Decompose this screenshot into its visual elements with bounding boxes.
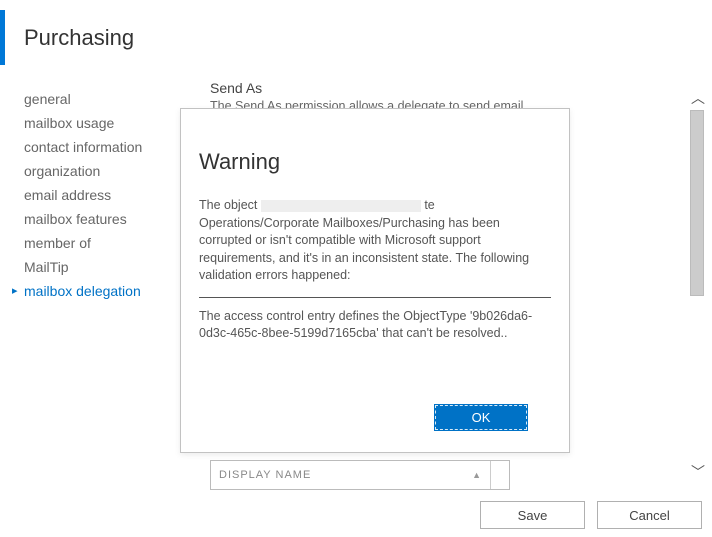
- nav-item-organization[interactable]: organization: [24, 159, 194, 183]
- sidebar: Purchasing general mailbox usage contact…: [24, 25, 194, 303]
- nav-item-email-address[interactable]: email address: [24, 183, 194, 207]
- scroll-up-icon[interactable]: ︿: [690, 90, 706, 106]
- save-button[interactable]: Save: [480, 501, 585, 529]
- warning-dialog: Warning The object te Operations/Corpora…: [180, 108, 570, 453]
- nav-item-member-of[interactable]: member of: [24, 231, 194, 255]
- dialog-divider: [199, 297, 551, 298]
- nav-item-contact-information[interactable]: contact information: [24, 135, 194, 159]
- nav-item-mailbox-features[interactable]: mailbox features: [24, 207, 194, 231]
- footer-buttons: Save Cancel: [480, 501, 702, 529]
- cancel-button[interactable]: Cancel: [597, 501, 702, 529]
- nav-item-mailtip[interactable]: MailTip: [24, 255, 194, 279]
- scrollbar[interactable]: ︿ ﹀: [690, 90, 706, 480]
- sort-asc-icon: ▲: [472, 470, 482, 480]
- scroll-down-icon[interactable]: ﹀: [690, 464, 706, 480]
- dialog-title: Warning: [199, 149, 551, 175]
- ok-button[interactable]: OK: [435, 405, 527, 430]
- section-header-send-as: Send As: [210, 80, 682, 96]
- nav-item-mailbox-usage[interactable]: mailbox usage: [24, 111, 194, 135]
- dialog-detail: The access control entry defines the Obj…: [199, 309, 532, 341]
- nav-item-general[interactable]: general: [24, 87, 194, 111]
- nav-item-mailbox-delegation[interactable]: mailbox delegation: [24, 279, 194, 303]
- list-table[interactable]: DISPLAY NAME ▲: [210, 460, 510, 490]
- dialog-body-prefix: The object: [199, 198, 261, 212]
- redacted-object-path: [261, 200, 421, 212]
- column-header-display-name[interactable]: DISPLAY NAME ▲: [211, 461, 491, 489]
- dialog-body: The object te Operations/Corporate Mailb…: [199, 197, 551, 343]
- column-header-label: DISPLAY NAME: [219, 469, 311, 481]
- nav-list: general mailbox usage contact informatio…: [24, 87, 194, 303]
- scroll-thumb[interactable]: [690, 110, 704, 296]
- page-title: Purchasing: [24, 25, 194, 51]
- dialog-footer: OK: [435, 405, 527, 430]
